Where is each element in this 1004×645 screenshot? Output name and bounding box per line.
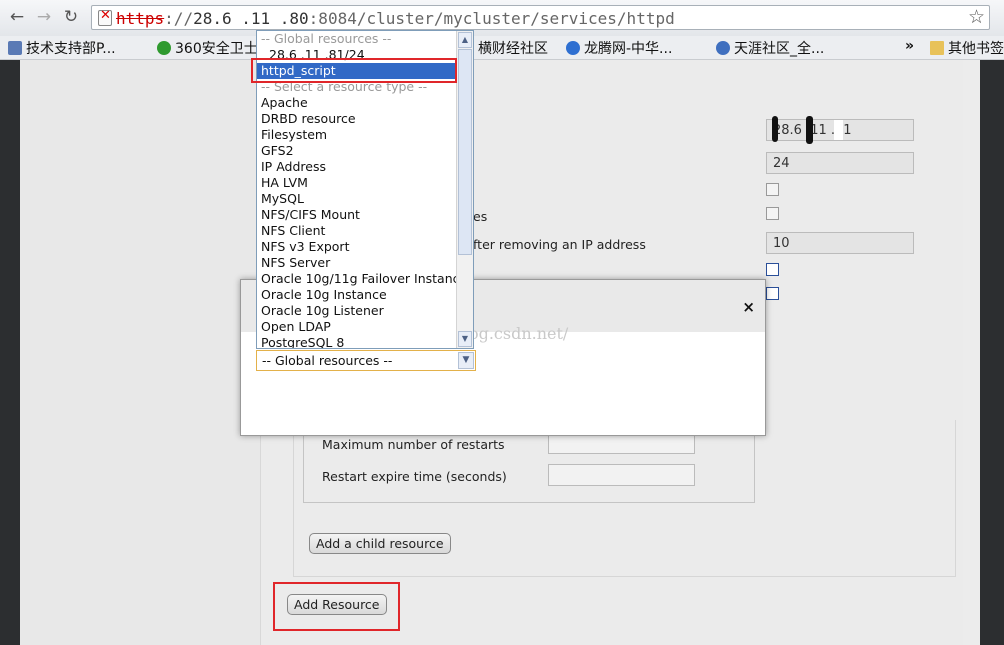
bookmark-item[interactable]: 横财经社区 — [478, 38, 548, 58]
monitor-link-checkbox[interactable] — [766, 183, 779, 196]
left-dark-margin — [0, 60, 20, 645]
more-bookmarks-chevron-icon[interactable]: » — [905, 38, 914, 54]
dropdown-option[interactable]: Filesystem — [257, 127, 457, 143]
url-path: :8084/cluster/mycluster/services/httpd — [308, 9, 675, 28]
url-scheme: https — [116, 9, 165, 28]
url-separator: :// — [164, 9, 194, 28]
forward-button[interactable]: → — [33, 6, 55, 28]
bookmark-item[interactable]: 天涯社区_全... — [716, 38, 824, 58]
dropdown-option[interactable]: NFS v3 Export — [257, 239, 457, 255]
dropdown-option[interactable]: GFS2 — [257, 143, 457, 159]
right-dark-margin — [980, 60, 1004, 645]
back-button[interactable]: ← — [6, 6, 28, 28]
redaction-mark — [772, 116, 778, 142]
option-checkbox[interactable] — [766, 263, 779, 276]
close-icon[interactable]: × — [742, 298, 755, 316]
url-text: https://28.6 .11 .80:8084/cluster/myclus… — [116, 9, 675, 28]
resource-type-select[interactable]: -- Global resources -- ▼ — [256, 350, 476, 371]
dropdown-scrollbar[interactable]: ▲ ▼ — [456, 31, 473, 348]
dropdown-option[interactable]: NFS Server — [257, 255, 457, 271]
address-bar[interactable]: ✕ https://28.6 .11 .80:8084/cluster/mycl… — [91, 5, 990, 30]
reload-button[interactable]: ↻ — [60, 6, 82, 28]
sleep-time-field[interactable]: 10 — [766, 232, 914, 254]
option-label: es — [473, 209, 488, 224]
scroll-thumb[interactable] — [458, 49, 472, 255]
dropdown-option[interactable]: Oracle 10g/11g Failover Instance — [257, 271, 467, 287]
chevron-down-icon[interactable]: ▼ — [458, 352, 474, 369]
netmask-field[interactable]: 24 — [766, 152, 914, 174]
bookmark-item[interactable]: 龙腾网-中华... — [566, 38, 672, 58]
redaction-mark — [806, 116, 813, 144]
dropdown-option[interactable]: NFS Client — [257, 223, 457, 239]
bookmark-item[interactable]: 360安全卫士 — [157, 38, 258, 58]
dropdown-option[interactable]: Oracle 10g Instance — [257, 287, 457, 303]
dropdown-option[interactable]: NFS/CIFS Mount — [257, 207, 457, 223]
option-checkbox[interactable] — [766, 287, 779, 300]
disable-updates-checkbox[interactable] — [766, 207, 779, 220]
sleep-time-label: fter removing an IP address — [473, 237, 646, 252]
url-host: 28.6 .11 .80 — [193, 9, 309, 28]
globe-icon — [716, 41, 730, 55]
add-child-resource-button[interactable]: Add a child resource — [309, 533, 451, 554]
add-resource-button[interactable]: Add Resource — [287, 594, 387, 615]
bookmark-item[interactable]: 技术支持部P... — [8, 38, 116, 58]
dropdown-option[interactable]: MySQL — [257, 191, 457, 207]
insecure-lock-icon: ✕ — [98, 9, 112, 26]
dropdown-option[interactable]: DRBD resource — [257, 111, 457, 127]
browser-toolbar: ← → ↻ ✕ https://28.6 .11 .80:8084/cluste… — [0, 0, 1004, 37]
shield-plus-icon — [157, 41, 171, 55]
highlight-box — [251, 58, 457, 83]
redaction-mark — [834, 120, 843, 140]
bookmarks-bar: 技术支持部P... 360安全卫士 横财经社区 龙腾网-中华... 天涯社区_全… — [0, 36, 1004, 60]
page-icon — [8, 41, 22, 55]
select-value: -- Global resources -- — [262, 353, 393, 368]
other-bookmarks-folder[interactable]: 其他书签 — [930, 38, 1004, 58]
dropdown-option[interactable]: Open LDAP — [257, 319, 457, 335]
dropdown-group-label: -- Global resources -- — [261, 31, 392, 46]
dropdown-option[interactable]: HA LVM — [257, 175, 457, 191]
dropdown-option[interactable]: PostgreSQL 8 — [257, 335, 457, 348]
dropdown-option[interactable]: IP Address — [257, 159, 457, 175]
bookmark-star-icon[interactable]: ☆ — [968, 6, 985, 28]
swirl-icon — [566, 41, 580, 55]
scroll-up-arrow-icon[interactable]: ▲ — [458, 32, 472, 48]
dropdown-option[interactable]: Apache — [257, 95, 457, 111]
dropdown-option[interactable]: Oracle 10g Listener — [257, 303, 457, 319]
scroll-down-arrow-icon[interactable]: ▼ — [458, 331, 472, 347]
folder-icon — [930, 41, 944, 55]
